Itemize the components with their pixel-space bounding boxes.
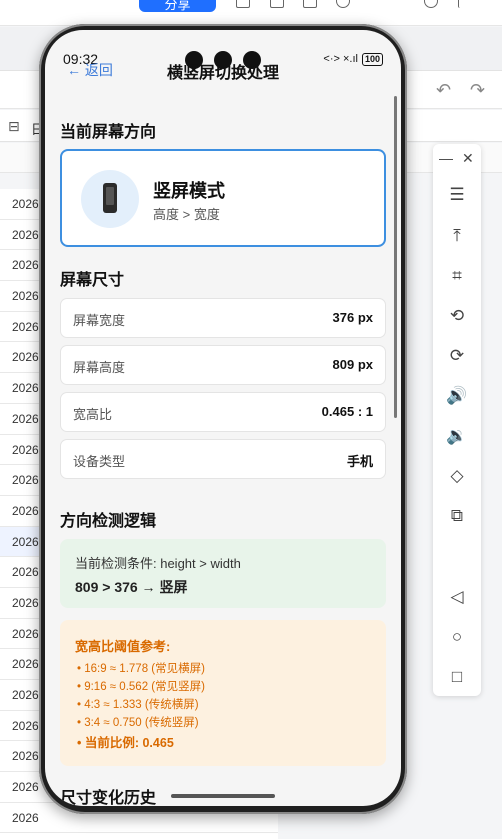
- threshold-item: • 16:9 ≈ 1.778 (常见横屏): [77, 663, 205, 675]
- toolbar-icon[interactable]: [303, 0, 317, 8]
- table-cell-date: 2026: [12, 565, 39, 580]
- redo-icon[interactable]: ↷: [470, 80, 485, 101]
- volume-up-icon[interactable]: 🔊: [433, 385, 481, 407]
- table-cell-date: 2026: [12, 626, 39, 641]
- table-cell-date: 2026: [12, 381, 39, 396]
- home-indicator[interactable]: [171, 794, 275, 798]
- orientation-description: 高度 > 宽度: [153, 207, 220, 222]
- table-cell-date: 2026: [12, 258, 39, 273]
- bell-icon[interactable]: [336, 0, 350, 8]
- rotate-left-icon[interactable]: ⟲: [433, 305, 481, 327]
- column-icon: ⊟: [8, 118, 20, 134]
- background-toolbar: 分享: [0, 0, 502, 26]
- table-cell-date: 2026: [12, 503, 39, 518]
- table-cell-date: 2026: [12, 595, 39, 610]
- table-cell-date: 2026: [12, 289, 39, 304]
- table-row[interactable]: 2026/01/19操作中: [0, 833, 278, 839]
- search-icon[interactable]: [424, 0, 438, 8]
- info-value: 376 px: [332, 310, 373, 325]
- info-value: 手机: [346, 454, 373, 469]
- threshold-item: • 3:4 ≈ 0.750 (传统竖屏): [77, 717, 199, 729]
- info-value: 809 px: [332, 357, 373, 372]
- table-cell-date: 2026: [12, 718, 39, 733]
- table-cell-date: 2026: [12, 319, 39, 334]
- info-label: 设备类型: [73, 454, 126, 469]
- screenshot-icon[interactable]: ⧉: [433, 505, 481, 527]
- table-cell-date: 2026: [12, 473, 39, 488]
- crop-icon[interactable]: ⌗: [433, 265, 481, 287]
- share-button[interactable]: 分享: [139, 0, 216, 12]
- info-row-height: 屏幕高度 809 px: [60, 345, 386, 385]
- table-cell-date: 2026: [12, 688, 39, 702]
- volume-down-icon[interactable]: 🔉: [433, 425, 481, 447]
- table-cell-date: 2026: [12, 657, 39, 672]
- table-cell-date: 2026: [12, 227, 39, 242]
- info-label: 宽高比: [73, 407, 113, 422]
- table-cell-date: 2026: [12, 810, 39, 825]
- home-nav-icon[interactable]: ○: [433, 626, 481, 648]
- table-cell-date: 2026: [12, 411, 39, 426]
- table-cell-date: 2026: [12, 780, 39, 795]
- orientation-mode: 竖屏模式: [153, 181, 225, 201]
- table-cell-date: 2026: [12, 534, 39, 549]
- detection-result: 809 > 376 → 竖屏: [75, 579, 188, 595]
- page-title: 横竖屏切换处理: [166, 65, 279, 82]
- info-value: 0.465 : 1: [321, 404, 373, 419]
- threshold-item: • 9:16 ≈ 0.562 (常见竖屏): [77, 681, 205, 693]
- toolbar-icon[interactable]: [270, 0, 284, 8]
- back-nav-icon[interactable]: ◁: [433, 586, 481, 608]
- info-label: 屏幕宽度: [73, 313, 126, 328]
- rotate-right-icon[interactable]: ⟳: [433, 345, 481, 367]
- pin-top-icon[interactable]: ⤒: [433, 225, 481, 247]
- threshold-box: 宽高比阈值参考: • 16:9 ≈ 1.778 (常见横屏) • 9:16 ≈ …: [60, 620, 386, 766]
- threshold-item: • 4:3 ≈ 1.333 (传统横屏): [77, 699, 199, 711]
- section-title-orientation: 当前屏幕方向: [60, 124, 157, 141]
- info-row-device-type: 设备类型 手机: [60, 439, 386, 479]
- table-cell-date: 2026: [12, 197, 39, 211]
- section-title-history: 尺寸变化历史: [60, 790, 157, 806]
- threshold-title: 宽高比阈值参考:: [75, 639, 171, 654]
- table-cell-date: 2026: [12, 749, 39, 764]
- shake-icon[interactable]: ◇: [433, 465, 481, 487]
- menu-icon[interactable]: ☰: [433, 184, 481, 206]
- orientation-card: 竖屏模式 高度 > 宽度: [60, 149, 386, 247]
- minimize-icon[interactable]: —: [439, 150, 453, 166]
- table-cell-date: 2026: [12, 442, 39, 457]
- scrollbar[interactable]: [394, 96, 397, 418]
- detection-box: 当前检测条件: height > width 809 > 376 → 竖屏: [60, 539, 386, 608]
- phone-screen: 09:32 <·> ×.ıl 100 ← 返回 横竖屏切换处理 当前屏幕方向 竖屏…: [45, 30, 401, 806]
- info-row-aspect-ratio: 宽高比 0.465 : 1: [60, 392, 386, 432]
- recents-nav-icon[interactable]: □: [433, 666, 481, 688]
- pin-icon[interactable]: [458, 0, 472, 8]
- toolbar-icon[interactable]: [236, 0, 250, 8]
- undo-icon[interactable]: ↶: [436, 80, 451, 101]
- portrait-phone-icon: [81, 170, 139, 228]
- section-title-screen-size: 屏幕尺寸: [60, 272, 125, 289]
- info-row-width: 屏幕宽度 376 px: [60, 298, 386, 338]
- table-cell-date: 2026: [12, 350, 39, 365]
- detection-condition: 当前检测条件: height > width: [75, 556, 241, 571]
- section-title-detection: 方向检测逻辑: [60, 513, 157, 530]
- close-icon[interactable]: ✕: [462, 150, 474, 167]
- emulator-side-toolbar: — ✕ ☰ ⤒ ⌗ ⟲ ⟳ 🔊 🔉 ◇ ⧉ ◁ ○ □: [433, 144, 481, 696]
- threshold-current: • 当前比例: 0.465: [77, 736, 174, 750]
- info-label: 屏幕高度: [73, 360, 126, 375]
